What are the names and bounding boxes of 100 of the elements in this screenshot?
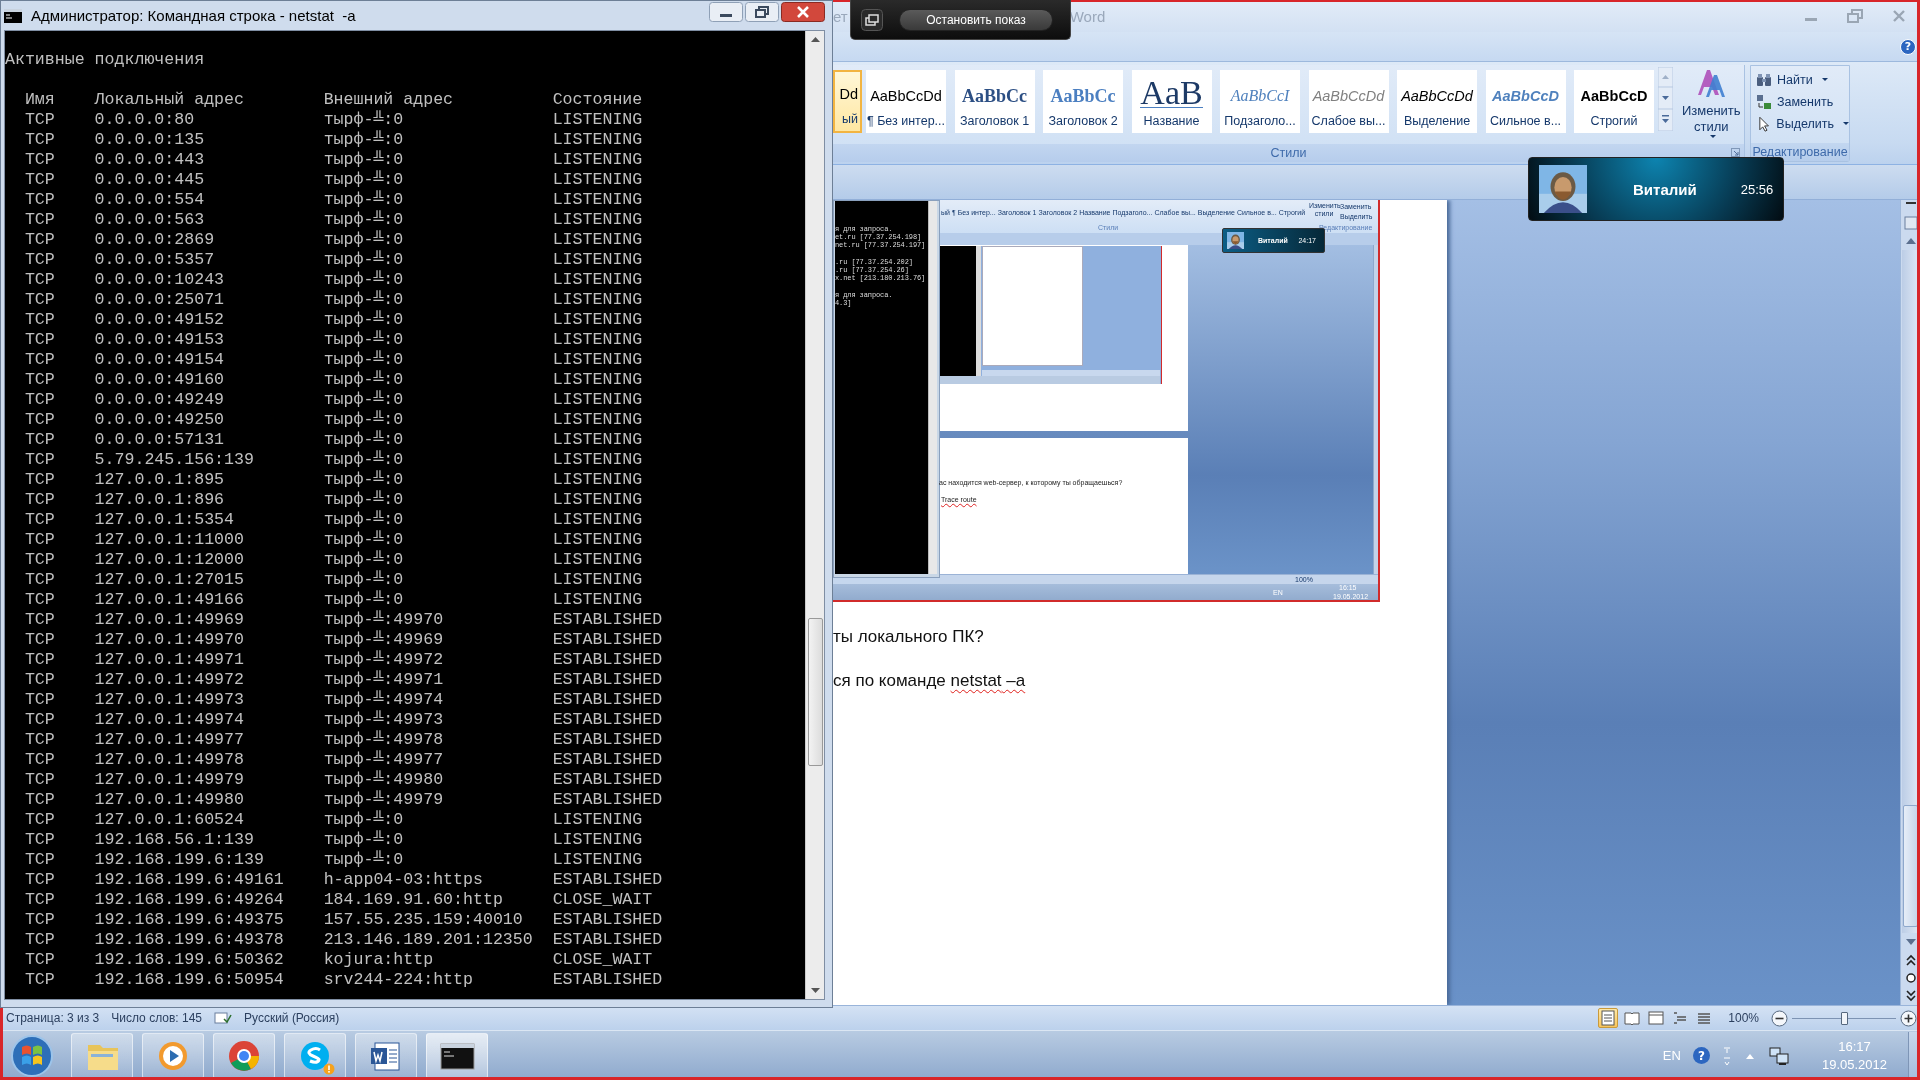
protocol-text: TCP (24, 930, 56, 950)
local-address: 127.0.0.1:49972 (94, 670, 245, 690)
zoom-level-text[interactable]: 100% (1728, 1011, 1759, 1025)
local-address: 0.0.0.0:80 (94, 110, 196, 130)
local-address: 0.0.0.0:49160 (94, 370, 226, 390)
style-item[interactable]: AaB Название (1131, 70, 1212, 133)
zoom-in-button[interactable] (1900, 1009, 1917, 1027)
protocol-text: TCP (24, 130, 56, 150)
change-styles-button[interactable]: Изменить стили (1679, 103, 1744, 135)
style-item[interactable]: AaBbCcD Строгий (1574, 70, 1654, 133)
minimize-button[interactable] (709, 2, 743, 22)
style-item[interactable]: AaBbCc Заголовок 2 (1043, 70, 1123, 133)
connection-state: LISTENING (552, 210, 644, 230)
foreign-address: тырф-╩:0 (323, 430, 405, 450)
protocol-text: TCP (24, 210, 56, 230)
replace-icon (1756, 93, 1772, 110)
foreign-address: тырф-╩:0 (323, 190, 405, 210)
protocol-text: TCP (24, 770, 56, 790)
console-text: Активные подключения (5, 50, 206, 70)
protocol-text: TCP (24, 270, 56, 290)
scroll-down-button[interactable] (1657, 87, 1673, 109)
view-button[interactable] (1598, 1008, 1619, 1028)
local-address: 0.0.0.0:25071 (94, 290, 226, 310)
style-item[interactable]: AaBbCcI Подзаголо... (1220, 70, 1300, 133)
status-text[interactable]: Число слов: 145 (111, 1011, 202, 1025)
dialog-launcher-icon[interactable] (1731, 148, 1740, 157)
network-icon[interactable] (1767, 1045, 1790, 1066)
foreign-address: тырф-╩:0 (323, 530, 405, 550)
style-item[interactable]: AaBbCc Заголовок 1 (954, 70, 1035, 133)
connection-state: LISTENING (552, 310, 644, 330)
help-button[interactable]: ? (1900, 38, 1916, 55)
local-address: 0.0.0.0:57131 (94, 430, 226, 450)
protocol-text: TCP (24, 710, 56, 730)
slider-thumb[interactable] (1841, 1011, 1848, 1025)
restore-button[interactable] (745, 2, 779, 22)
stop-sharing-button[interactable]: Остановить показ (899, 8, 1053, 31)
ruler-button[interactable] (1901, 214, 1920, 232)
protocol-text: TCP (24, 650, 56, 670)
local-address: 0.0.0.0:49250 (94, 410, 226, 430)
ribbon-button[interactable]: Заменить (1756, 93, 1849, 110)
protocol-text: TCP (24, 730, 56, 750)
start-button[interactable] (8, 1032, 56, 1079)
connection-state: LISTENING (552, 570, 644, 590)
foreign-address: тырф-╩:0 (323, 230, 405, 250)
protocol-text: TCP (24, 850, 56, 870)
style-item[interactable]: AaBbCcDd ¶ Без интер... (866, 70, 946, 133)
foreign-address: тырф-╩:0 (323, 150, 405, 170)
view-button[interactable] (1646, 1008, 1667, 1028)
column-header: Внешний адрес (323, 90, 455, 110)
connection-state: LISTENING (552, 230, 644, 250)
close-button[interactable] (781, 2, 825, 22)
protocol-text: TCP (24, 570, 56, 590)
foreign-address: тырф-╩:0 (323, 850, 405, 870)
style-item[interactable]: AaBbCcDd Выделение (1397, 70, 1477, 133)
ribbon-button[interactable]: Выделить (1756, 115, 1849, 132)
style-item[interactable]: AaBbCcDd Слабое вы... (1308, 70, 1389, 133)
status-text[interactable]: Страница: 3 из 3 (6, 1011, 100, 1025)
local-address: 127.0.0.1:895 (94, 470, 226, 490)
foreign-address: тырф-╩:49980 (323, 770, 445, 790)
local-address: 192.168.199.6:139 (94, 850, 265, 870)
connection-state: LISTENING (552, 350, 644, 370)
connection-state: LISTENING (552, 410, 644, 430)
help-button[interactable]: ? (1692, 1047, 1710, 1064)
ribbon-button[interactable]: Найти (1756, 71, 1849, 88)
local-address: 0.0.0.0:445 (94, 170, 206, 190)
group-label: Стили (1270, 146, 1307, 160)
zoom-out-button[interactable] (1771, 1009, 1788, 1027)
local-address: 127.0.0.1:27015 (94, 570, 245, 590)
foreign-address: тырф-╩:49971 (323, 670, 445, 690)
protocol-text: TCP (24, 290, 56, 310)
style-item[interactable]: Dd ый (833, 70, 862, 133)
connection-state: ESTABLISHED (552, 790, 664, 810)
connection-state: LISTENING (552, 470, 644, 490)
protocol-text: TCP (24, 830, 56, 850)
connection-state: ESTABLISHED (552, 670, 664, 690)
connection-state: CLOSE_WAIT (552, 890, 654, 910)
foreign-address: 157.55.235.159:40010 (323, 910, 524, 930)
protocol-text: TCP (24, 590, 56, 610)
local-address: 127.0.0.1:60524 (94, 810, 245, 830)
taskbar-button[interactable] (426, 1032, 488, 1079)
protocol-text: TCP (24, 470, 56, 490)
style-item[interactable]: AaBbCcD Сильное в... (1485, 70, 1566, 133)
warning-badge-icon (323, 1062, 335, 1075)
foreign-address: тырф-╩:0 (323, 130, 405, 150)
connection-state: LISTENING (552, 110, 644, 130)
local-address: 0.0.0.0:5357 (94, 250, 216, 270)
local-address: 192.168.199.6:49161 (94, 870, 285, 890)
screens-icon[interactable] (861, 8, 883, 31)
more-button[interactable] (1657, 109, 1673, 131)
proofing-icon[interactable] (214, 1011, 232, 1025)
foreign-address: тырф-╩:0 (323, 330, 405, 350)
protocol-text: TCP (24, 610, 56, 630)
status-text[interactable]: Русский (Россия) (244, 1011, 340, 1025)
taskbar-button[interactable] (355, 1032, 417, 1079)
foreign-address: srv244-224:http (323, 970, 474, 990)
group-label: Редактирование (1752, 145, 1848, 159)
local-address: 0.0.0.0:49152 (94, 310, 226, 330)
protocol-text: TCP (24, 170, 56, 190)
connection-state: LISTENING (552, 550, 644, 570)
scrollbar-thumb[interactable] (807, 618, 823, 766)
